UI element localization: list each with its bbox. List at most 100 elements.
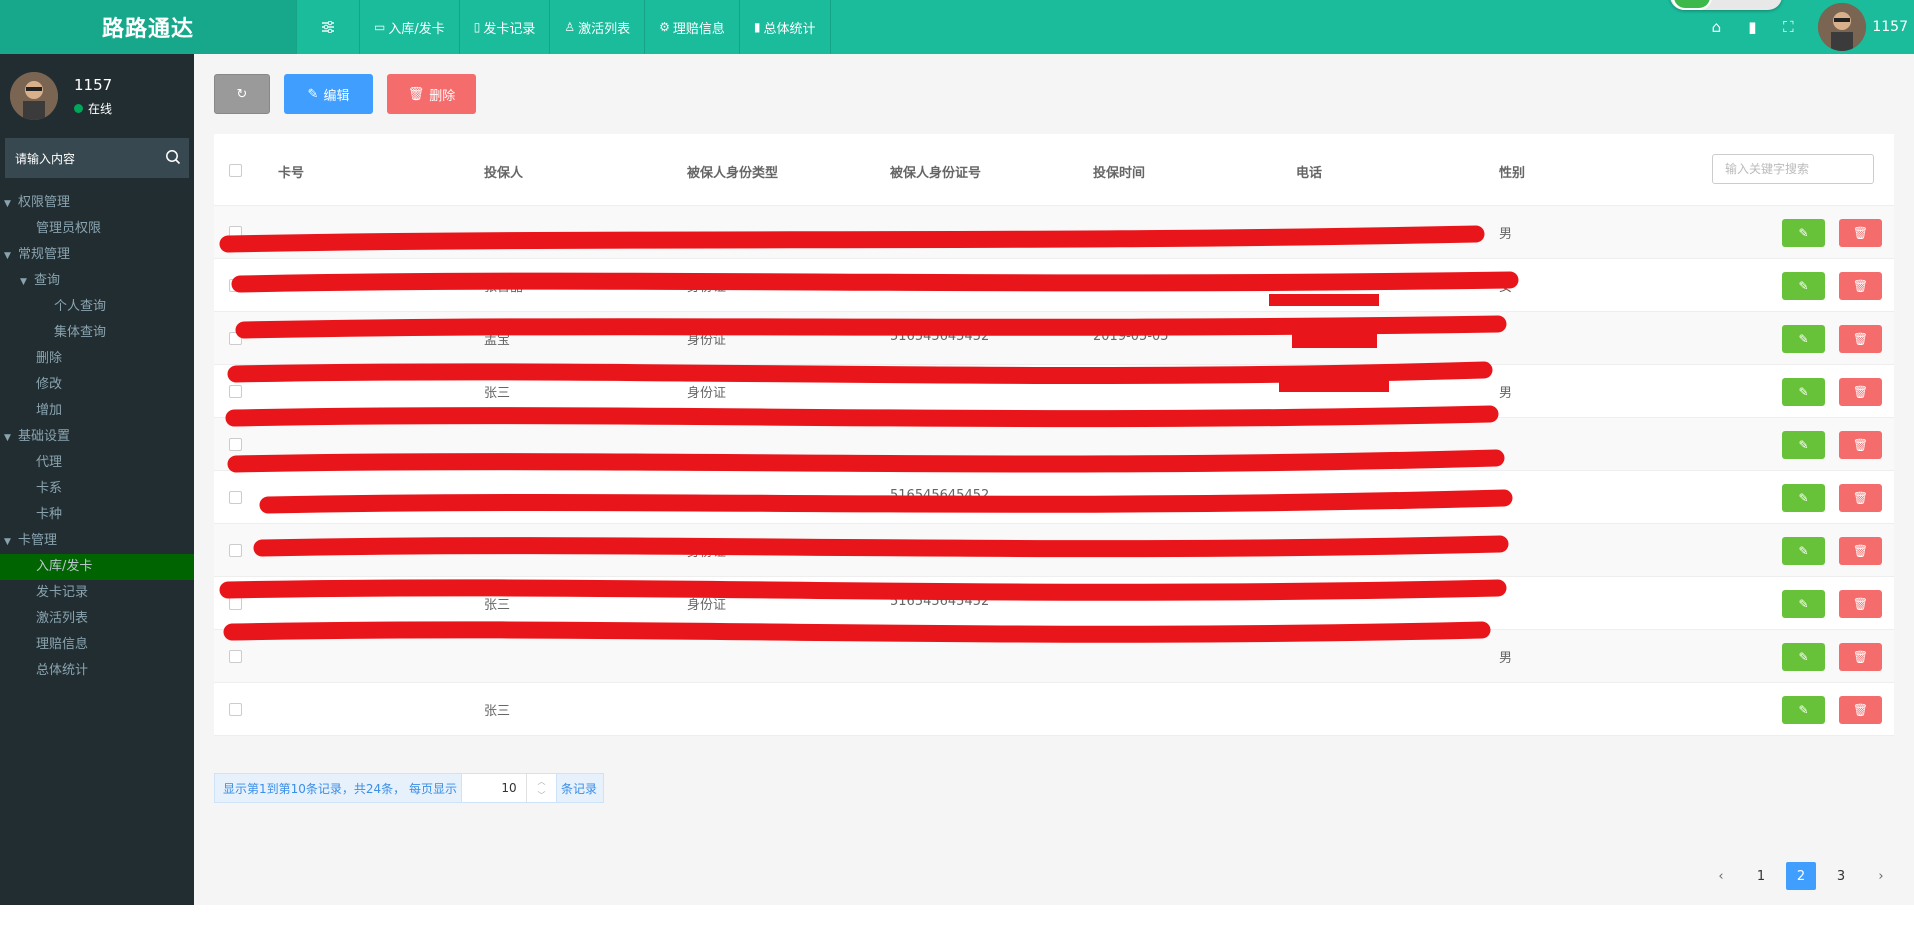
table-row[interactable]: 身份证 ✎ 🗑 <box>214 524 1894 577</box>
table-search-input[interactable]: 输入关键字搜索 <box>1712 154 1874 184</box>
row-checkbox[interactable] <box>229 226 242 239</box>
row-edit-button[interactable]: ✎ <box>1782 272 1825 300</box>
sidebar-item[interactable]: 激活列表 <box>0 606 194 632</box>
cell-id_no: 516545645452 <box>890 276 990 291</box>
sidebar-item[interactable]: 增加 <box>0 398 194 424</box>
page-size-spinner[interactable]: ︿ ﹀ <box>526 774 556 802</box>
sidebar-item[interactable]: 集体查询 <box>0 320 194 346</box>
sidebar-item[interactable]: 个人查询 <box>0 294 194 320</box>
spin-up-icon[interactable]: ︿ <box>538 776 546 787</box>
row-delete-button[interactable]: 🗑 <box>1839 272 1882 300</box>
row-edit-button[interactable]: ✎ <box>1782 590 1825 618</box>
row-checkbox[interactable] <box>229 332 242 345</box>
cell-id_type: 身份证 <box>687 333 727 348</box>
sidebar-item[interactable]: ▼ 权限管理 <box>0 190 194 216</box>
row-edit-button[interactable]: ✎ <box>1782 484 1825 512</box>
sidebar-item[interactable]: 代理 <box>0 450 194 476</box>
row-delete-button[interactable]: 🗑 <box>1839 219 1882 247</box>
col-id-type[interactable]: 被保人身份类型 <box>687 162 778 181</box>
table-row[interactable]: 男 ✎ 🗑 <box>214 630 1894 683</box>
row-delete-button[interactable]: 🗑 <box>1839 696 1882 724</box>
row-delete-button[interactable]: 🗑 <box>1839 537 1882 565</box>
col-gender[interactable]: 性别 <box>1499 162 1525 181</box>
row-checkbox[interactable] <box>229 703 242 716</box>
table-row[interactable]: 516545645452 ✎ 🗑 <box>214 471 1894 524</box>
sidebar-item[interactable]: 卡系 <box>0 476 194 502</box>
next-page-button[interactable]: › <box>1866 862 1896 890</box>
row-edit-button[interactable]: ✎ <box>1782 219 1825 247</box>
sidebar-item[interactable]: 管理员权限 <box>0 216 194 242</box>
page-size-input[interactable]: 10 ︿ ﹀ <box>461 773 557 803</box>
fullscreen-icon[interactable]: ⛶ <box>1770 18 1806 36</box>
row-edit-button[interactable]: ✎ <box>1782 378 1825 406</box>
sidebar-item[interactable]: 总体统计 <box>0 658 194 684</box>
sidebar-item[interactable]: 修改 <box>0 372 194 398</box>
row-delete-button[interactable]: 🗑 <box>1839 590 1882 618</box>
table-row[interactable]: ✎ 🗑 <box>214 418 1894 471</box>
nav-item-card-records[interactable]: ▯ 发卡记录 <box>460 0 551 54</box>
col-phone[interactable]: 电话 <box>1296 162 1322 181</box>
table-row[interactable]: 张三 身份证 516545645452 ✎ 🗑 <box>214 577 1894 630</box>
row-checkbox[interactable] <box>229 597 242 610</box>
sidebar-search-placeholder[interactable]: 请输入内容 <box>15 150 75 167</box>
sidebar-item[interactable]: 理赔信息 <box>0 632 194 658</box>
page-button[interactable]: 3 <box>1826 862 1856 890</box>
sidebar-item[interactable]: 发卡记录 <box>0 580 194 606</box>
caret-down-icon: ▼ <box>4 199 11 209</box>
sidebar-search[interactable]: 请输入内容 <box>5 138 189 178</box>
row-checkbox[interactable] <box>229 650 242 663</box>
row-edit-button[interactable]: ✎ <box>1782 325 1825 353</box>
table-row[interactable]: 张晋晶 身份证 516545645452 2019-05-05 女 ✎ 🗑 <box>214 259 1894 312</box>
home-icon[interactable]: ⌂ <box>1698 18 1734 36</box>
delete-button[interactable]: 🗑 删除 <box>387 74 476 114</box>
table-row[interactable]: 男 ✎ 🗑 <box>214 206 1894 259</box>
nav-item-statistics[interactable]: ▮ 总体统计 <box>740 0 831 54</box>
col-time[interactable]: 投保时间 <box>1093 162 1145 181</box>
row-delete-button[interactable]: 🗑 <box>1839 484 1882 512</box>
clear-cache-icon[interactable]: ▮ <box>1734 18 1770 36</box>
nav-item-activation-list[interactable]: ♙ 激活列表 <box>550 0 646 54</box>
header-username[interactable]: 1157 <box>1872 19 1908 35</box>
cell-insurer: 孟宝 <box>484 333 511 348</box>
row-edit-button[interactable]: ✎ <box>1782 696 1825 724</box>
row-edit-button[interactable]: ✎ <box>1782 537 1825 565</box>
row-delete-button[interactable]: 🗑 <box>1839 431 1882 459</box>
table-row[interactable]: 张三 ✎ 🗑 <box>214 683 1894 736</box>
edit-button[interactable]: ✎ 编辑 <box>284 74 373 114</box>
row-checkbox[interactable] <box>229 544 242 557</box>
table-row[interactable]: 张三 身份证 男 ✎ 🗑 <box>214 365 1894 418</box>
sidebar-item[interactable]: ▼ 常规管理 <box>0 242 194 268</box>
sidebar-item[interactable]: ▼ 卡管理 <box>0 528 194 554</box>
search-icon[interactable] <box>165 149 181 165</box>
col-card-no[interactable]: 卡号 <box>278 162 304 181</box>
sidebar-item[interactable]: ▼ 基础设置 <box>0 424 194 450</box>
row-delete-button[interactable]: 🗑 <box>1839 643 1882 671</box>
sidebar: 1157 在线 请输入内容 ▼ 权限管理 管理员权限 ▼ 常规管理 ▼ 查询 个人查询 集体查询… <box>0 54 194 905</box>
col-id-no[interactable]: 被保人身份证号 <box>890 162 981 181</box>
page-button[interactable]: 1 <box>1746 862 1776 890</box>
row-edit-button[interactable]: ✎ <box>1782 431 1825 459</box>
table-row[interactable]: 孟宝 身份证 516545645452 2019-05-05 ✎ 🗑 <box>214 312 1894 365</box>
nav-item-claims[interactable]: ⚙ 理赔信息 <box>645 0 740 54</box>
prev-page-button[interactable]: ‹ <box>1706 862 1736 890</box>
col-insurer[interactable]: 投保人 <box>484 162 523 181</box>
page-button-current[interactable]: 2 <box>1786 862 1816 890</box>
sidebar-item[interactable]: 入库/发卡 <box>0 554 194 580</box>
row-checkbox[interactable] <box>229 438 242 451</box>
sidebar-item[interactable]: ▼ 查询 <box>0 268 194 294</box>
nav-item-stock[interactable]: ▭ 入库/发卡 <box>360 0 460 54</box>
menu-toggle-button[interactable] <box>296 0 360 54</box>
select-all-checkbox[interactable] <box>229 164 242 177</box>
row-checkbox[interactable] <box>229 491 242 504</box>
spin-down-icon[interactable]: ﹀ <box>538 790 546 801</box>
header-avatar[interactable] <box>1818 3 1867 51</box>
row-edit-button[interactable]: ✎ <box>1782 643 1825 671</box>
row-checkbox[interactable] <box>229 279 242 292</box>
row-delete-button[interactable]: 🗑 <box>1839 325 1882 353</box>
row-delete-button[interactable]: 🗑 <box>1839 378 1882 406</box>
row-checkbox[interactable] <box>229 385 242 398</box>
app-logo[interactable]: 路路通达 <box>0 0 296 54</box>
sidebar-item[interactable]: 删除 <box>0 346 194 372</box>
sidebar-item[interactable]: 卡种 <box>0 502 194 528</box>
refresh-button[interactable]: ↻ <box>214 74 270 114</box>
